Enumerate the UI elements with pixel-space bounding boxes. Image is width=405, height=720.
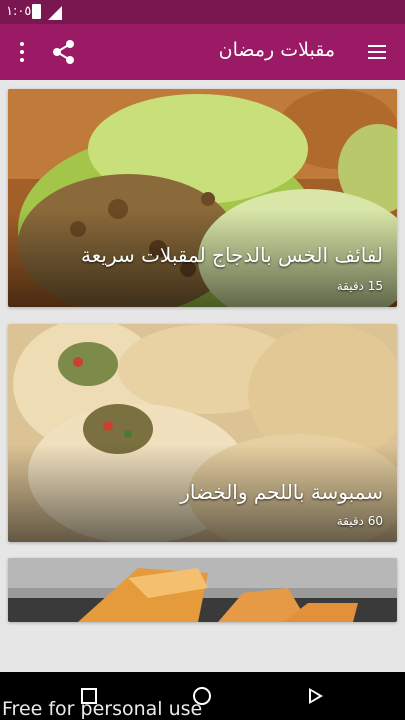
recipe-photo [8, 558, 397, 622]
watermark-text: Free for personal use [2, 698, 203, 720]
recipe-title: لفائف الخس بالدجاج لمقبلات سريعة [81, 243, 383, 267]
signal-icon [48, 6, 62, 20]
recipe-card[interactable]: سمبوسة باللحم والخضار 60 دقيقة [8, 324, 397, 542]
share-icon[interactable] [48, 36, 80, 68]
back-triangle-icon[interactable] [309, 688, 323, 704]
hamburger-menu-icon[interactable] [361, 36, 393, 68]
recipe-time: 60 دقيقة [336, 514, 383, 528]
status-time: ١:٠٥ [6, 4, 32, 19]
recipe-time: 15 دقيقة [336, 279, 383, 293]
recipe-title: سمبوسة باللحم والخضار [180, 480, 383, 504]
app-bar: مقبلات رمضان [0, 24, 405, 80]
recipe-card[interactable]: لفائف الخس بالدجاج لمقبلات سريعة 15 دقيق… [8, 89, 397, 307]
recipe-card[interactable] [8, 558, 397, 622]
more-vert-icon[interactable] [6, 36, 38, 68]
page-title: مقبلات رمضان [218, 39, 335, 61]
battery-icon [32, 4, 41, 19]
status-bar: ١:٠٥ [0, 0, 405, 24]
